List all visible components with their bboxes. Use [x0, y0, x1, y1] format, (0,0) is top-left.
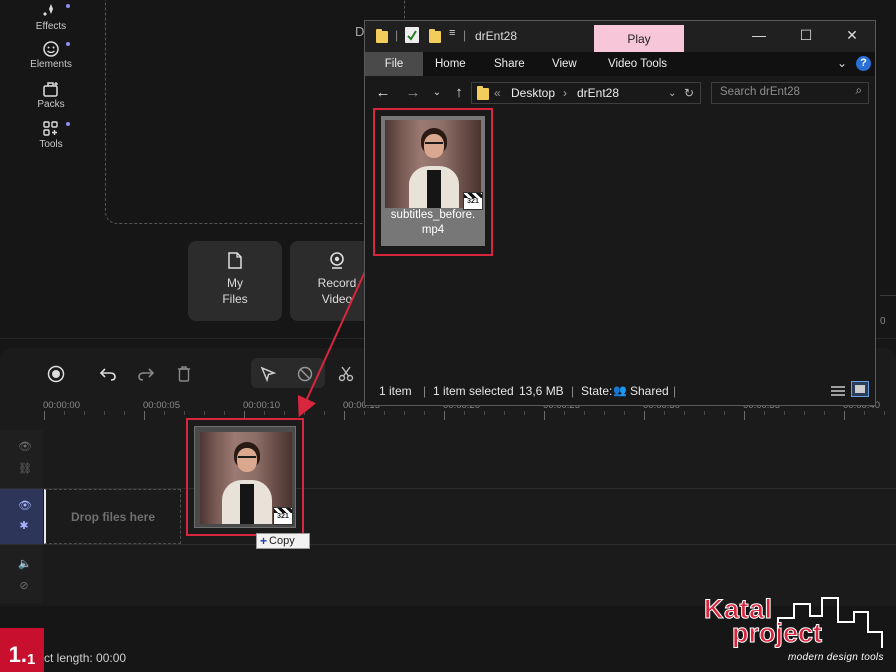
folder-icon — [376, 29, 388, 43]
properties-icon[interactable] — [405, 27, 419, 43]
clapper-text: 321 — [467, 198, 479, 205]
back-arrow-icon[interactable]: ← — [375, 84, 391, 101]
dragged-clip[interactable]: 321 — [186, 418, 304, 536]
forward-arrow-icon[interactable]: → — [405, 84, 421, 101]
explorer-statusbar: 1 item | 1 item selected 13,6 MB | State… — [365, 375, 875, 405]
breadcrumb-desktop[interactable]: Desktop — [511, 86, 555, 100]
folder-icon — [477, 86, 489, 100]
selected-size: 13,6 MB — [519, 384, 564, 398]
breadcrumb-folder[interactable]: drEnt28 — [577, 86, 619, 100]
katalproject-logo: Katal project modern design tools — [700, 594, 890, 668]
copy-tooltip: + Copy — [256, 533, 310, 549]
address-row: ← → ⌄ ↑ « Desktop › drEnt28 ⌄ ↻ Search d… — [365, 76, 875, 110]
clapper-text: 321 — [277, 513, 289, 520]
qat-dropdown-icon[interactable]: ≡ — [449, 27, 455, 39]
search-placeholder: Search drEnt28 — [720, 86, 800, 98]
search-icon: ⌕ — [855, 85, 862, 97]
tab-file[interactable]: File — [365, 52, 423, 76]
help-icon[interactable]: ? — [856, 56, 871, 71]
window-title: drEnt28 — [475, 29, 518, 43]
plus-icon: + — [260, 534, 268, 548]
context-tab-label: Play — [627, 32, 651, 46]
address-bar[interactable]: « Desktop › drEnt28 ⌄ ↻ — [471, 82, 701, 104]
details-view-icon[interactable] — [829, 384, 847, 400]
large-icons-view-icon[interactable] — [851, 381, 869, 397]
file-name: subtitles_before. mp4 — [381, 208, 485, 238]
new-folder-icon[interactable] — [429, 29, 441, 43]
refresh-icon[interactable]: ↻ — [684, 86, 694, 100]
tab-share[interactable]: Share — [494, 52, 525, 76]
file-name-line1: subtitles_before. — [390, 209, 476, 221]
tab-home[interactable]: Home — [435, 52, 466, 76]
copy-label: Copy — [269, 535, 295, 547]
titlebar: | ≡ | drEnt28 Play — ☐ ✕ — [365, 21, 875, 53]
minimize-icon[interactable]: — — [749, 27, 769, 43]
tab-view[interactable]: View — [552, 52, 577, 76]
selected-count: 1 item selected — [433, 384, 514, 398]
screen: Effects Elements Packs Tools D My Files … — [0, 0, 896, 672]
ribbon-expand-icon[interactable]: ⌄ — [837, 56, 847, 70]
file-name-line2: mp4 — [421, 224, 445, 236]
logo-word-2: project — [731, 618, 823, 649]
maximize-icon[interactable]: ☐ — [796, 27, 816, 44]
breadcrumb-prefix: « — [494, 86, 501, 100]
video-file-icon: 321 — [273, 507, 293, 525]
search-box[interactable]: Search drEnt28 ⌕ — [711, 82, 869, 104]
logo-tagline: modern design tools — [788, 652, 884, 663]
divider: | — [571, 384, 575, 398]
divider: | — [395, 28, 399, 42]
divider: | — [463, 28, 467, 42]
divider: | — [423, 384, 427, 398]
recent-dropdown-icon[interactable]: ⌄ — [429, 87, 445, 98]
context-tab-play[interactable]: Play — [594, 25, 684, 53]
explorer-window: | ≡ | drEnt28 Play — ☐ ✕ File Home Share… — [364, 20, 876, 406]
item-count: 1 item — [379, 384, 412, 398]
file-list[interactable]: 321 subtitles_before. mp4 — [365, 108, 875, 375]
breadcrumb-chevron-icon: › — [563, 86, 567, 100]
divider: | — [673, 384, 677, 398]
close-icon[interactable]: ✕ — [842, 27, 862, 44]
up-arrow-icon[interactable]: ↑ — [451, 84, 467, 101]
file-item[interactable]: 321 subtitles_before. mp4 — [373, 108, 493, 256]
address-dropdown-icon[interactable]: ⌄ — [668, 88, 676, 99]
tab-video-tools[interactable]: Video Tools — [608, 52, 667, 76]
state-label: State: — [581, 384, 613, 398]
state-value: Shared — [630, 384, 669, 398]
ribbon-tabs: File Home Share View Video Tools ⌄ ? — [365, 52, 875, 76]
shared-icon: 👥 — [613, 385, 627, 397]
